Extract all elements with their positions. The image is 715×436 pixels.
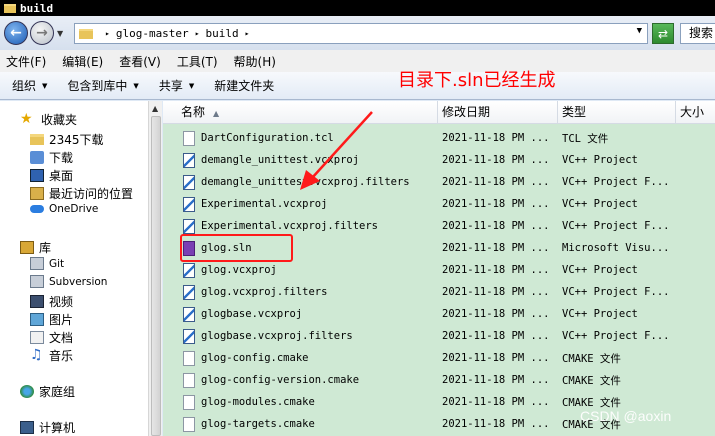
watermark: CSDN @aoxin <box>580 408 672 424</box>
annotation-arrow <box>300 111 373 190</box>
